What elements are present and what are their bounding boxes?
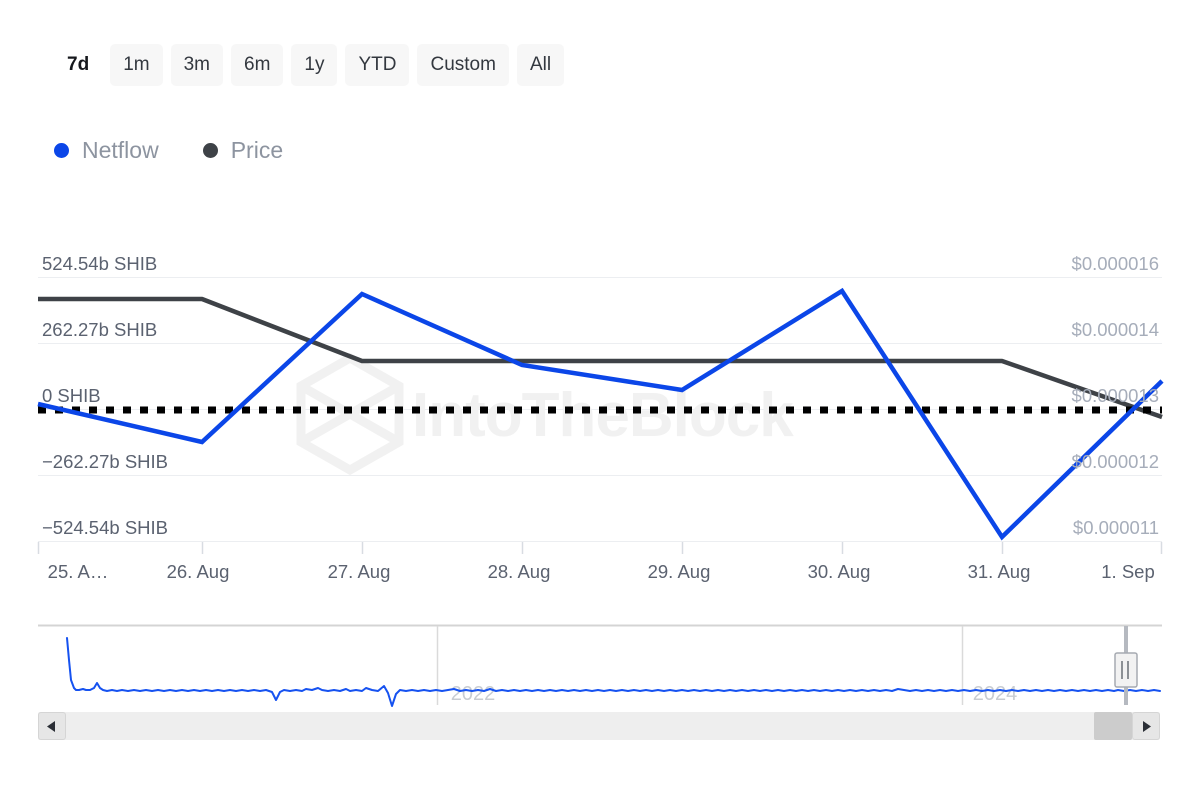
y-right-tick-3: $0.000012: [1072, 451, 1159, 472]
chart-legend: Netflow Price: [54, 134, 283, 166]
navigator-year-2024: 2024: [973, 683, 1018, 705]
legend-item-netflow[interactable]: Netflow: [54, 139, 159, 162]
y-left-tick-0: 524.54b SHIB: [42, 253, 157, 274]
series-line-netflow: [38, 291, 1162, 537]
scrollbar-track[interactable]: [66, 712, 1132, 740]
range-button-1m[interactable]: 1m: [110, 44, 162, 86]
x-tick-4: 29. Aug: [648, 561, 711, 582]
y-right-tick-2: $0.000013: [1072, 385, 1159, 406]
scrollbar-thumb[interactable]: [1094, 712, 1132, 740]
legend-item-price[interactable]: Price: [203, 139, 283, 162]
chart-navigator[interactable]: 2022 2024: [38, 626, 1162, 707]
series-line-price: [38, 299, 1162, 417]
chart-container: IntoTheBlock 524.54b SHIB 262.27b SHIB 0…: [0, 0, 1200, 800]
range-selector[interactable]: 7d 1m 3m 6m 1y YTD Custom All: [54, 44, 564, 86]
legend-label-netflow: Netflow: [82, 139, 159, 162]
y-axis-right-labels: $0.000016 $0.000014 $0.000013 $0.000012 …: [1072, 253, 1159, 538]
y-right-tick-1: $0.000014: [1072, 319, 1159, 340]
range-button-3m[interactable]: 3m: [171, 44, 223, 86]
intotheblock-logo-icon: [301, 358, 399, 470]
navigator-sparkline: [67, 638, 1160, 706]
navigator-scrollbar[interactable]: [38, 712, 1160, 740]
range-button-7d[interactable]: 7d: [54, 44, 102, 86]
y-axis-left-labels: 524.54b SHIB 262.27b SHIB 0 SHIB −262.27…: [42, 253, 168, 538]
x-tick-5: 30. Aug: [808, 561, 871, 582]
y-left-tick-3: −262.27b SHIB: [42, 451, 168, 472]
navigator-year-2022: 2022: [451, 683, 496, 705]
range-button-all[interactable]: All: [517, 44, 564, 86]
legend-label-price: Price: [231, 139, 283, 162]
legend-dot-netflow-icon: [54, 143, 69, 158]
range-button-ytd[interactable]: YTD: [345, 44, 409, 86]
navigator-handle-right[interactable]: [1115, 626, 1137, 705]
range-button-1y[interactable]: 1y: [291, 44, 337, 86]
y-right-tick-4: $0.000011: [1073, 517, 1159, 538]
x-tick-1: 26. Aug: [167, 561, 230, 582]
scroll-right-arrow-icon[interactable]: [1132, 712, 1160, 740]
x-tick-3: 28. Aug: [488, 561, 551, 582]
y-left-tick-4: −524.54b SHIB: [42, 517, 168, 538]
range-button-custom[interactable]: Custom: [417, 44, 508, 86]
watermark: IntoTheBlock: [301, 358, 794, 470]
y-right-tick-0: $0.000016: [1072, 253, 1159, 274]
legend-dot-price-icon: [203, 143, 218, 158]
x-tick-2: 27. Aug: [328, 561, 391, 582]
x-tick-6: 31. Aug: [968, 561, 1031, 582]
chart-gridlines: [38, 278, 1162, 542]
range-button-6m[interactable]: 6m: [231, 44, 283, 86]
x-tick-0: 25. A…: [48, 561, 109, 582]
scroll-left-arrow-icon[interactable]: [38, 712, 66, 740]
watermark-text: IntoTheBlock: [412, 381, 794, 450]
y-left-tick-2: 0 SHIB: [42, 385, 101, 406]
x-axis-labels: 25. A… 26. Aug 27. Aug 28. Aug 29. Aug 3…: [48, 561, 1155, 582]
x-axis-ticks: [39, 542, 1162, 554]
y-left-tick-1: 262.27b SHIB: [42, 319, 157, 340]
x-tick-7: 1. Sep: [1101, 561, 1155, 582]
